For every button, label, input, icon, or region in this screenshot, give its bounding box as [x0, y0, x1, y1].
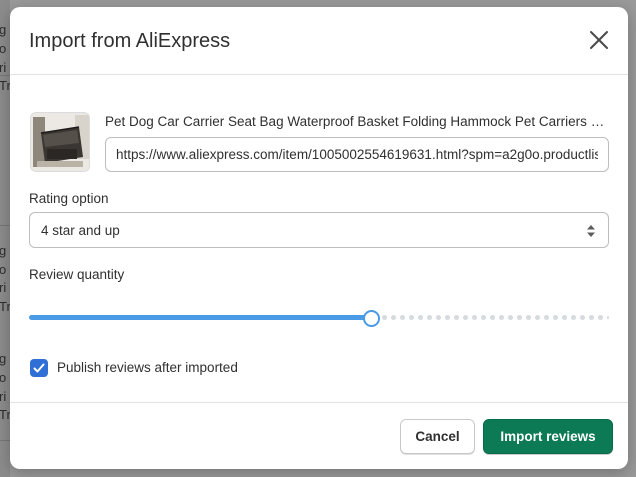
background-text: ri	[0, 60, 7, 75]
product-thumbnail	[30, 112, 90, 172]
product-image	[31, 113, 89, 171]
rating-option-label: Rating option	[29, 191, 109, 206]
publish-reviews-checkbox[interactable]	[30, 359, 48, 377]
background-text: o	[0, 41, 7, 56]
select-arrows-icon	[587, 225, 595, 237]
background-text: ri	[0, 280, 7, 295]
close-button[interactable]	[586, 27, 612, 53]
close-icon	[590, 31, 608, 49]
product-url-input[interactable]	[105, 137, 609, 172]
background-text: g	[0, 22, 7, 37]
review-quantity-label: Review quantity	[29, 267, 125, 282]
background-text: ri	[0, 389, 7, 404]
slider-thumb[interactable]	[363, 310, 380, 327]
background-text: o	[0, 262, 7, 277]
footer-divider	[10, 402, 628, 403]
import-modal: Import from AliExpress Pet Dog Car Carri…	[10, 7, 628, 469]
cancel-button[interactable]: Cancel	[400, 419, 475, 454]
background-text: o	[0, 370, 7, 385]
modal-header: Import from AliExpress	[10, 7, 628, 75]
product-title: Pet Dog Car Carrier Seat Bag Waterproof …	[105, 114, 609, 129]
background-text: g	[0, 351, 7, 366]
background-divider	[0, 225, 10, 226]
modal-title: Import from AliExpress	[29, 30, 231, 52]
rating-selected-value: 4 star and up	[41, 223, 120, 238]
publish-reviews-label: Publish reviews after imported	[57, 360, 238, 375]
import-reviews-button[interactable]: Import reviews	[483, 419, 613, 454]
background-divider	[0, 440, 10, 441]
checkmark-icon	[33, 363, 45, 373]
background-text: g	[0, 243, 7, 258]
slider-fill	[29, 315, 371, 320]
review-quantity-slider[interactable]	[29, 309, 609, 327]
rating-select[interactable]: 4 star and up	[29, 212, 609, 248]
